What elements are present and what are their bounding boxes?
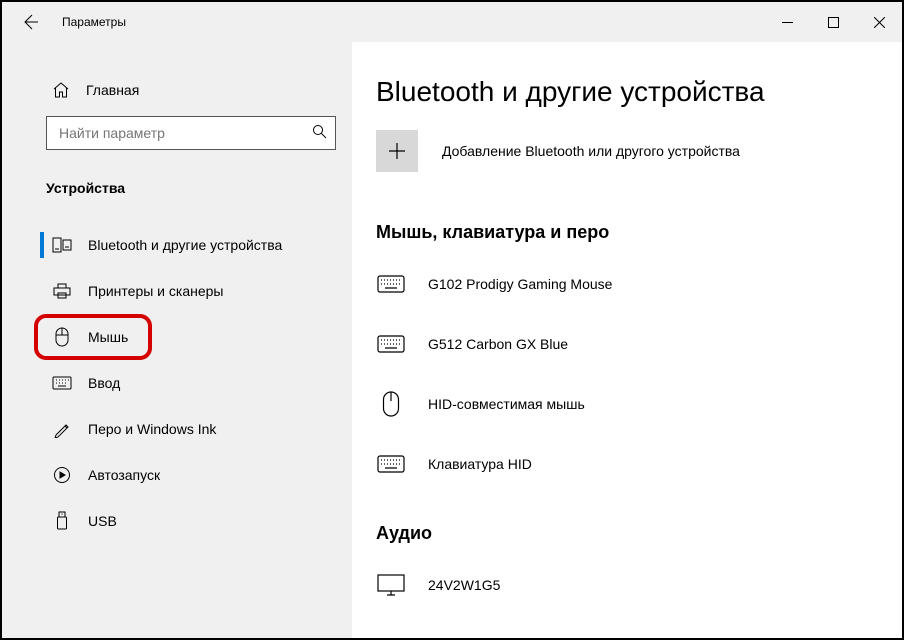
window-controls: [764, 2, 902, 42]
sidebar-home-label: Главная: [86, 82, 139, 98]
minimize-button[interactable]: [764, 2, 810, 42]
sidebar-item-bluetooth[interactable]: Bluetooth и другие устройства: [2, 222, 352, 268]
device-label: 24V2W1G5: [428, 577, 500, 593]
section-audio: Аудио: [376, 523, 878, 544]
sidebar-item-label: Мышь: [88, 329, 128, 345]
sidebar-item-typing[interactable]: Ввод: [2, 360, 352, 406]
close-button[interactable]: [856, 2, 902, 42]
main-content: Bluetooth и другие устройства Добавление…: [352, 42, 902, 638]
sidebar-item-label: USB: [88, 513, 117, 529]
device-label: G512 Carbon GX Blue: [428, 336, 568, 352]
keyboard-icon: [52, 373, 72, 393]
sidebar-item-label: Автозапуск: [88, 467, 160, 483]
add-device-label: Добавление Bluetooth или другого устройс…: [442, 143, 740, 159]
device-row[interactable]: G102 Prodigy Gaming Mouse: [376, 261, 878, 307]
sidebar-item-usb[interactable]: USB: [2, 498, 352, 544]
window-title: Параметры: [62, 15, 764, 29]
add-device-button[interactable]: [376, 130, 418, 172]
sidebar-item-label: Ввод: [88, 375, 120, 391]
mouse-icon: [376, 392, 406, 416]
device-row[interactable]: 24V2W1G5: [376, 562, 878, 608]
keyboard-icon: [376, 272, 406, 296]
sidebar-item-label: Принтеры и сканеры: [88, 283, 223, 299]
search-input[interactable]: [57, 124, 312, 142]
sidebar-home[interactable]: Главная: [2, 72, 352, 108]
sidebar-item-label: Перо и Windows Ink: [88, 421, 216, 437]
autoplay-icon: [52, 465, 72, 485]
printer-icon: [52, 281, 72, 301]
device-row[interactable]: Клавиатура HID: [376, 441, 878, 487]
device-label: HID-совместимая мышь: [428, 396, 585, 412]
home-icon: [52, 81, 70, 99]
sidebar-category-header: Устройства: [2, 158, 352, 210]
titlebar: Параметры: [2, 2, 902, 42]
mouse-icon: [52, 327, 72, 347]
section-mouse-keyboard-pen: Мышь, клавиатура и перо: [376, 222, 878, 243]
search-icon: [312, 124, 327, 143]
add-device-row[interactable]: Добавление Bluetooth или другого устройс…: [376, 130, 878, 172]
sidebar-item-pen[interactable]: Перо и Windows Ink: [2, 406, 352, 452]
sidebar-item-mouse[interactable]: Мышь: [2, 314, 352, 360]
monitor-icon: [376, 573, 406, 597]
back-button[interactable]: [10, 2, 50, 42]
pen-icon: [52, 419, 72, 439]
keyboard-icon: [376, 332, 406, 356]
sidebar-nav: Bluetooth и другие устройства Принтеры и…: [2, 210, 352, 544]
devices-icon: [52, 235, 72, 255]
maximize-button[interactable]: [810, 2, 856, 42]
page-title: Bluetooth и другие устройства: [376, 76, 878, 108]
usb-icon: [52, 511, 72, 531]
device-row[interactable]: HID-совместимая мышь: [376, 381, 878, 427]
sidebar-item-label: Bluetooth и другие устройства: [88, 237, 282, 253]
device-label: G102 Prodigy Gaming Mouse: [428, 276, 612, 292]
sidebar: Главная Устройства Bluetooth и другие ус…: [2, 42, 352, 638]
search-box[interactable]: [46, 116, 336, 150]
device-label: Клавиатура HID: [428, 456, 532, 472]
keyboard-icon: [376, 452, 406, 476]
sidebar-item-autoplay[interactable]: Автозапуск: [2, 452, 352, 498]
device-row[interactable]: G512 Carbon GX Blue: [376, 321, 878, 367]
sidebar-item-printers[interactable]: Принтеры и сканеры: [2, 268, 352, 314]
